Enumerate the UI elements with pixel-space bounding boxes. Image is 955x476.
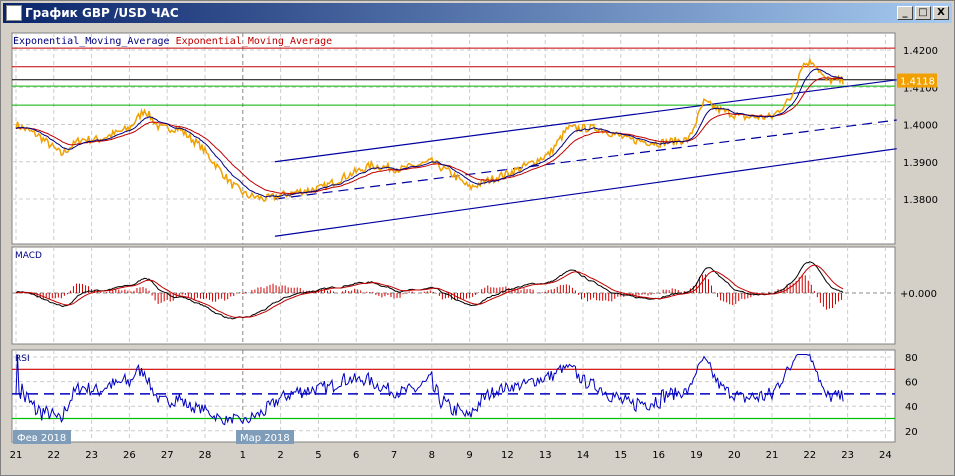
- x-tick-label: 14: [577, 450, 590, 461]
- x-tick-label: 1: [240, 450, 246, 461]
- x-tick-label: 21: [766, 450, 779, 461]
- x-tick-label: 26: [123, 450, 136, 461]
- x-tick-label: 20: [728, 450, 741, 461]
- x-tick-label: 23: [85, 450, 98, 461]
- rsi-tick-label: 80: [905, 353, 918, 364]
- price-tick-label: 1.4200: [903, 46, 938, 57]
- macd-label: MACD: [15, 251, 42, 261]
- x-tick-label: 27: [161, 450, 174, 461]
- x-tick-label: 15: [614, 450, 627, 461]
- x-tick-label: 22: [47, 450, 60, 461]
- month-tag-label: Фев 2018: [17, 433, 66, 444]
- current-price-label: 1.4118: [900, 77, 935, 88]
- x-tick-label: 5: [315, 450, 321, 461]
- rsi-tick-label: 60: [905, 378, 918, 389]
- month-tag-label: Мар 2018: [240, 433, 290, 444]
- x-tick-label: 2: [277, 450, 283, 461]
- legend-ema-slow: Exponential_Moving_Average: [175, 36, 333, 47]
- macd-tick-label: +0.000: [900, 289, 937, 300]
- panel-macd: [11, 246, 896, 345]
- x-tick-label: 24: [879, 450, 892, 461]
- legend-ema-fast: Exponential_Moving_Average: [13, 36, 170, 47]
- x-tick-label: 6: [353, 450, 359, 461]
- x-tick-label: 23: [841, 450, 854, 461]
- price-tick-label: 1.3900: [903, 158, 938, 169]
- x-tick-label: 7: [391, 450, 397, 461]
- indicator-legend: Exponential_Moving_Average Exponential_M…: [13, 36, 332, 47]
- x-tick-label: 13: [539, 450, 552, 461]
- chart-canvas[interactable]: 21 22 23 26 27 28 1 2 5 6 7 8 9 12 13 14 15 16 19 20 21 22 23 2…: [0, 0, 955, 476]
- x-tick-label: 16: [652, 450, 665, 461]
- x-tick-label: 19: [690, 450, 703, 461]
- x-tick-label: 28: [199, 450, 212, 461]
- x-tick-label: 12: [501, 450, 514, 461]
- price-tick-label: 1.4000: [903, 121, 938, 132]
- price-tick-label: 1.3800: [903, 195, 938, 206]
- rsi-tick-label: 40: [905, 402, 918, 413]
- x-tick-label: 21: [10, 450, 23, 461]
- x-tick-label: 9: [466, 450, 472, 461]
- x-tick-label: 22: [803, 450, 816, 461]
- x-tick-label: 8: [429, 450, 435, 461]
- rsi-tick-label: 20: [905, 427, 918, 438]
